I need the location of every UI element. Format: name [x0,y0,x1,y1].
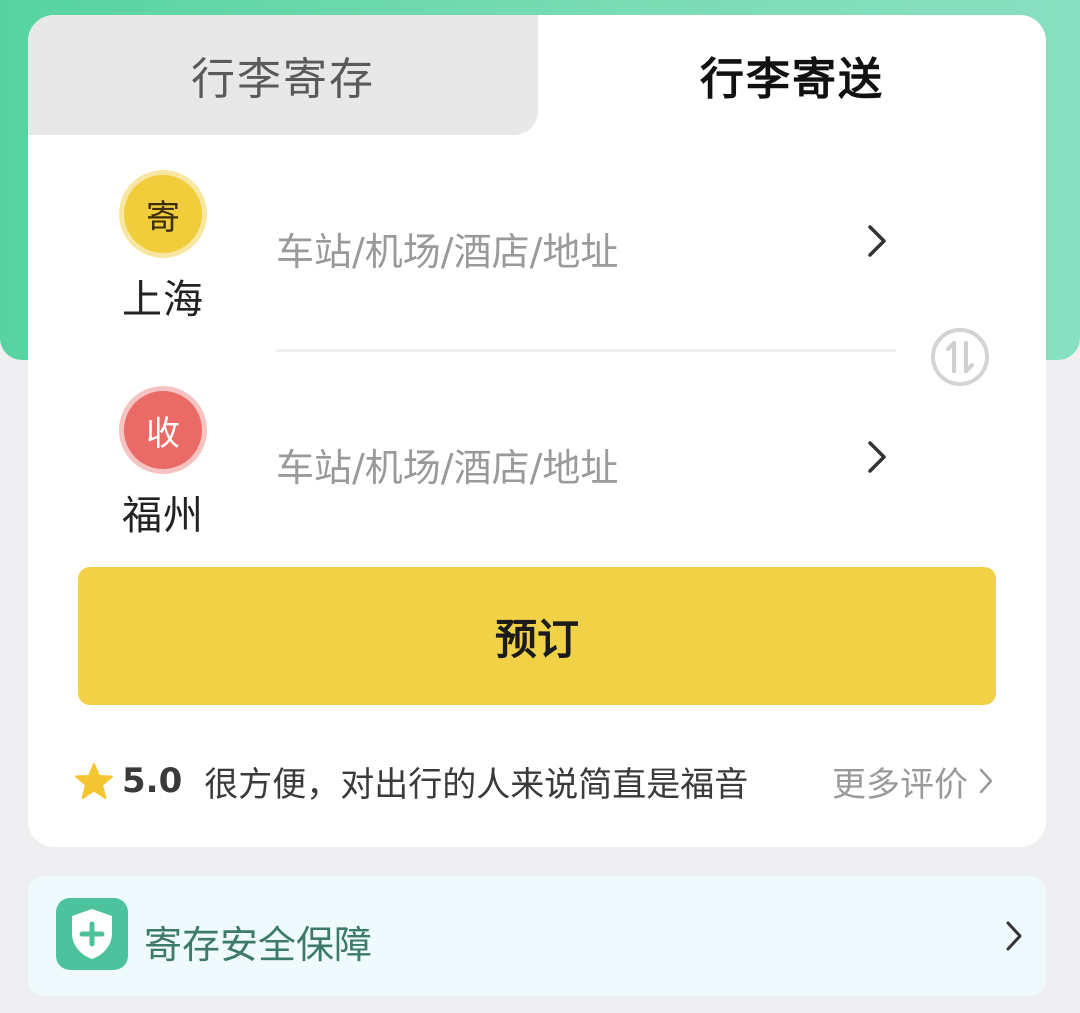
review-text: 很方便，对出行的人来说简直是福音 [204,764,749,805]
chevron-right-icon[interactable] [856,437,896,477]
chevron-right-icon [1006,921,1022,951]
chevron-right-icon[interactable] [856,221,896,261]
safety-guarantee-label: 寄存安全保障 [144,923,373,967]
tab-luggage-delivery[interactable]: 行李寄送 [538,15,1046,135]
chevron-right-icon [979,768,993,794]
shield-plus-icon [56,898,128,970]
receiver-badge: 收 [124,391,202,469]
booking-card: 行李寄存 行李寄送 寄 上海 车站/机场/酒店/地址 收 福州 车站/机场/酒店… [28,15,1046,847]
sender-badge: 寄 [124,175,202,253]
star-icon [75,763,113,799]
sender-row[interactable]: 寄 上海 车站/机场/酒店/地址 [28,175,1046,353]
more-reviews-label: 更多评价 [832,764,968,805]
safety-guarantee-banner[interactable]: 寄存安全保障 [28,876,1046,996]
swap-icon[interactable] [928,325,992,389]
more-reviews-link[interactable]: 更多评价 [832,757,996,805]
tab-luggage-storage-label: 行李寄存 [191,54,375,105]
tab-luggage-storage[interactable]: 行李寄存 [28,15,538,135]
sender-address-field[interactable]: 车站/机场/酒店/地址 [276,221,618,276]
sender-city[interactable]: 上海 [122,267,204,325]
book-button[interactable]: 预订 [78,567,996,705]
review-summary: 5.0 很方便，对出行的人来说简直是福音 [74,757,748,805]
tab-luggage-delivery-label: 行李寄送 [700,54,884,105]
receiver-address-field[interactable]: 车站/机场/酒店/地址 [276,437,618,492]
row-divider [276,349,896,352]
receiver-row[interactable]: 收 福州 车站/机场/酒店/地址 [28,391,1046,571]
receiver-city[interactable]: 福州 [122,483,204,541]
review-score: 5.0 [122,761,183,801]
